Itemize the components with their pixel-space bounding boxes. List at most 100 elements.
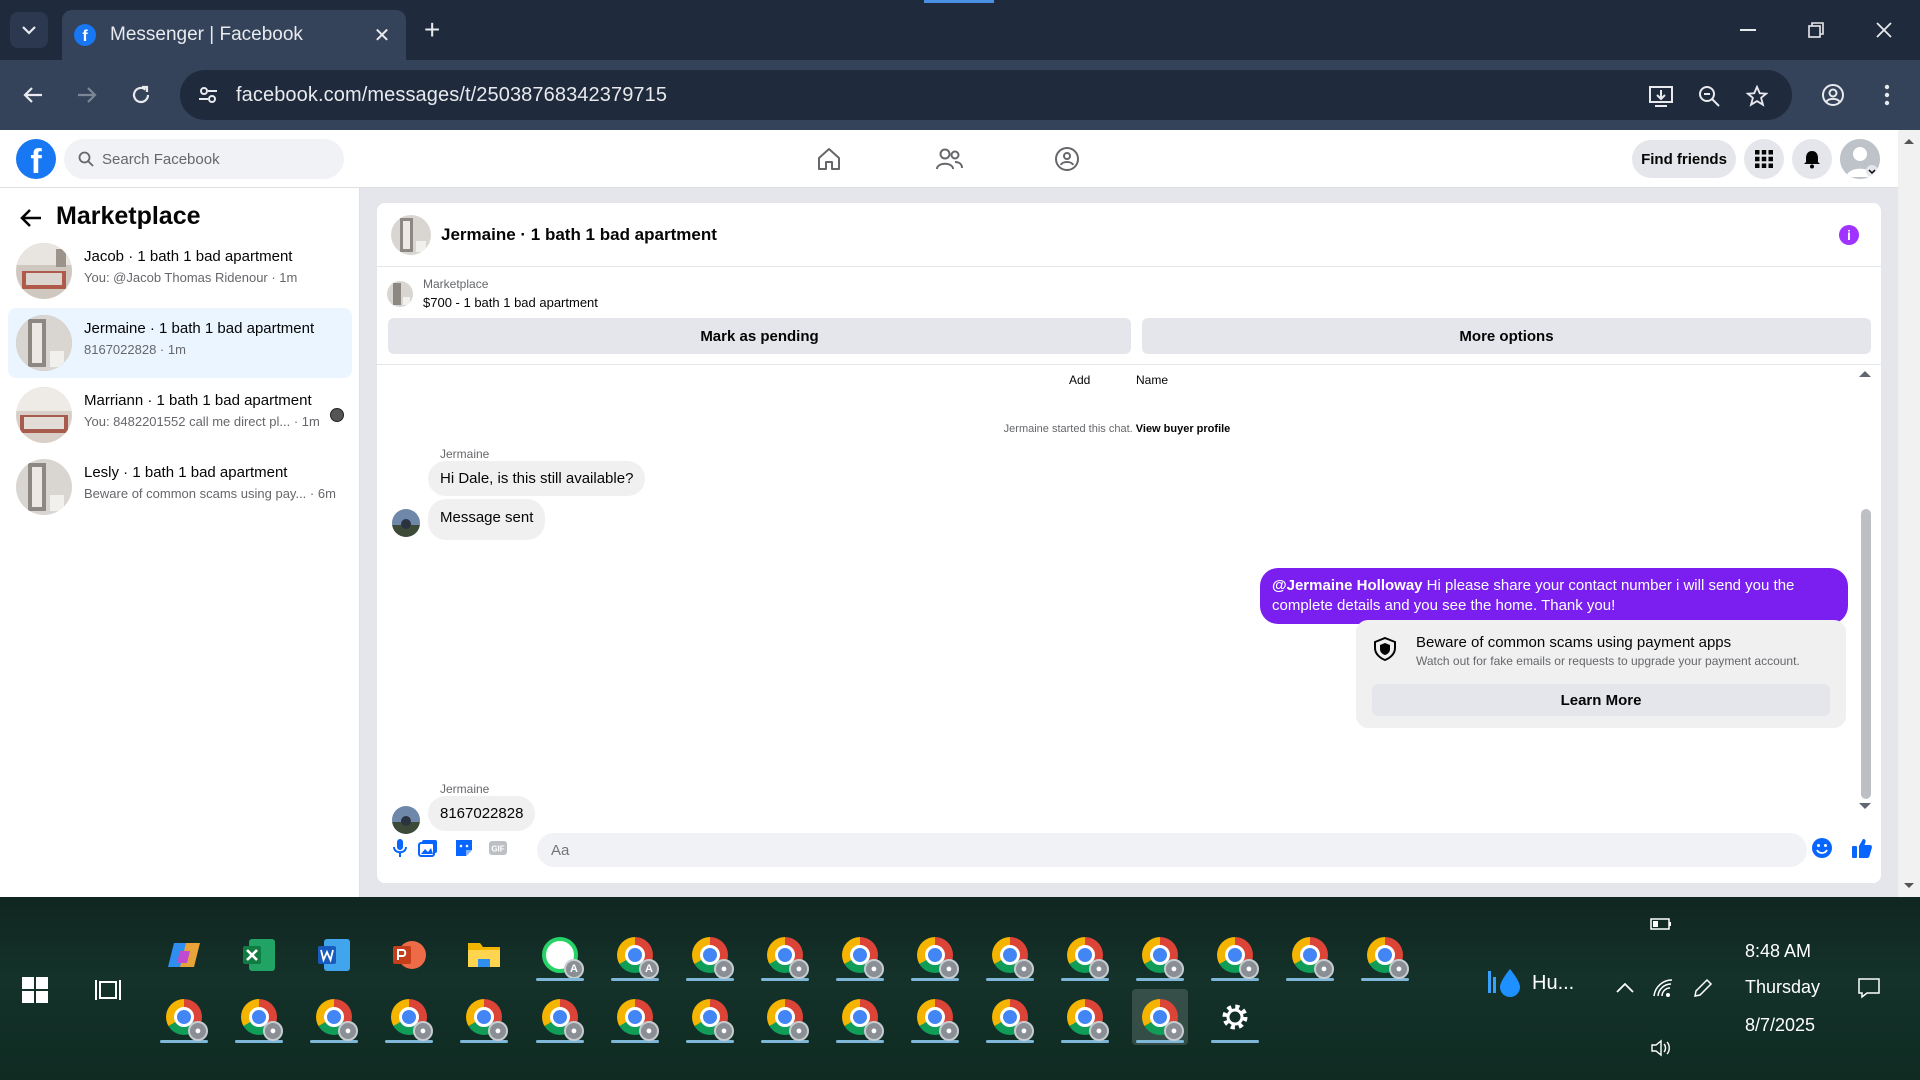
scroll-up-arrow-icon[interactable] <box>1898 134 1920 148</box>
find-friends-button[interactable]: Find friends <box>1632 140 1736 178</box>
chrome-app-icon[interactable]: ● <box>832 927 888 983</box>
back-button[interactable] <box>16 78 50 112</box>
new-tab-button[interactable]: + <box>424 14 440 46</box>
photo-icon[interactable] <box>415 835 441 861</box>
task-view-icon[interactable] <box>94 977 122 1003</box>
chrome-app-icon[interactable]: ● <box>682 927 738 983</box>
file-explorer-app-icon[interactable] <box>456 927 512 983</box>
incoming-message[interactable]: Hi Dale, is this still available? <box>428 461 646 496</box>
conversation-item[interactable]: Lesly · 1 bath 1 bad apartment Beware of… <box>8 452 352 522</box>
scroll-down-arrow-icon[interactable] <box>1857 801 1873 811</box>
chat-scrollbar[interactable] <box>1857 365 1873 815</box>
browser-menu-button[interactable] <box>1870 78 1904 112</box>
chrome-app-icon[interactable]: ● <box>832 989 888 1045</box>
whatsapp-chrome-app-icon[interactable]: A <box>532 927 588 983</box>
mention-link[interactable]: @Jermaine Holloway <box>1272 577 1423 594</box>
pen-icon[interactable] <box>1690 975 1716 1001</box>
volume-icon[interactable] <box>1648 1035 1674 1061</box>
minimize-button[interactable] <box>1728 12 1768 48</box>
more-options-button[interactable]: More options <box>1142 318 1871 354</box>
chat-avatar[interactable] <box>391 215 431 255</box>
chevron-up-icon[interactable] <box>1612 975 1638 1001</box>
battery-icon[interactable] <box>1648 911 1674 937</box>
copilot-app-icon[interactable] <box>156 927 212 983</box>
back-arrow-button[interactable] <box>20 204 42 235</box>
sticker-icon[interactable] <box>451 835 477 861</box>
account-avatar[interactable] <box>1840 139 1880 179</box>
powerpoint-app-icon[interactable] <box>381 927 437 983</box>
restore-button[interactable] <box>1796 12 1836 48</box>
emoji-icon[interactable] <box>1809 835 1835 861</box>
chrome-app-icon[interactable]: ● <box>456 989 512 1045</box>
chrome-app-icon[interactable]: ● <box>381 989 437 1045</box>
chrome-app-icon-active[interactable]: ● <box>1132 989 1188 1045</box>
chrome-app-icon[interactable]: ● <box>907 927 963 983</box>
chat-scroll-thumb[interactable] <box>1861 509 1871 799</box>
mark-as-pending-button[interactable]: Mark as pending <box>388 318 1131 354</box>
sender-avatar[interactable] <box>392 509 420 537</box>
clock-day[interactable]: Thursday <box>1745 977 1820 998</box>
close-window-button[interactable] <box>1864 12 1904 48</box>
url-text[interactable]: facebook.com/messages/t/2503876834237971… <box>236 84 667 107</box>
notifications-button[interactable] <box>1792 139 1832 179</box>
clock-time[interactable]: 8:48 AM <box>1745 941 1811 962</box>
facebook-logo[interactable]: f <box>16 139 56 179</box>
clock-date[interactable]: 8/7/2025 <box>1745 1015 1815 1036</box>
conversation-item[interactable]: Jermaine · 1 bath 1 bad apartment 816702… <box>8 308 352 378</box>
weather-widget[interactable]: Hu... <box>1486 967 1574 999</box>
chrome-app-icon[interactable]: ● <box>1282 927 1338 983</box>
settings-app-icon[interactable] <box>1207 989 1263 1045</box>
chrome-app-icon[interactable]: ● <box>1057 989 1113 1045</box>
chrome-app-icon[interactable]: ● <box>1207 927 1263 983</box>
tab-search-button[interactable] <box>10 12 48 48</box>
chrome-app-icon[interactable]: ● <box>982 989 1038 1045</box>
install-app-icon[interactable] <box>1648 83 1674 109</box>
chrome-app-icon[interactable]: ● <box>306 989 362 1045</box>
wifi-icon[interactable] <box>1650 975 1676 1001</box>
site-info-icon[interactable] <box>180 86 236 104</box>
learn-more-button[interactable]: Learn More <box>1372 684 1830 716</box>
windows-start-icon[interactable] <box>22 977 48 1003</box>
gif-icon[interactable]: GIF <box>485 835 511 861</box>
excel-app-icon[interactable] <box>231 927 287 983</box>
conversation-item[interactable]: Marriann · 1 bath 1 bad apartment You: 8… <box>8 380 352 450</box>
home-nav-button[interactable] <box>812 142 846 176</box>
chrome-app-icon[interactable]: ● <box>231 989 287 1045</box>
conversation-item[interactable]: Jacob · 1 bath 1 bad apartment You: @Jac… <box>8 236 352 306</box>
scroll-down-arrow-icon[interactable] <box>1898 879 1920 893</box>
tab-close-icon[interactable]: ✕ <box>370 23 394 48</box>
menu-button[interactable] <box>1744 139 1784 179</box>
chrome-app-icon[interactable]: ● <box>1132 927 1188 983</box>
message-input[interactable] <box>537 833 1807 867</box>
chrome-app-icon[interactable]: ● <box>982 927 1038 983</box>
profile-account-button[interactable] <box>1816 78 1850 112</box>
chrome-app-icon[interactable]: ● <box>156 989 212 1045</box>
address-bar[interactable]: facebook.com/messages/t/2503876834237971… <box>180 70 1792 120</box>
chrome-app-icon[interactable]: ● <box>1057 927 1113 983</box>
groups-nav-button[interactable] <box>1050 142 1084 176</box>
chrome-app-icon[interactable]: ● <box>757 927 813 983</box>
chrome-app-icon[interactable]: ● <box>682 989 738 1045</box>
listing-description[interactable]: $700 - 1 bath 1 bad apartment <box>423 295 598 310</box>
chrome-app-icon[interactable]: ● <box>532 989 588 1045</box>
chrome-app-icon[interactable]: ● <box>757 989 813 1045</box>
browser-tab-messenger[interactable]: f Messenger | Facebook ✕ <box>62 10 406 60</box>
word-app-icon[interactable] <box>306 927 362 983</box>
scroll-up-arrow-icon[interactable] <box>1857 369 1873 379</box>
forward-button[interactable] <box>70 78 104 112</box>
zoom-icon[interactable] <box>1696 83 1722 109</box>
notification-center-icon[interactable] <box>1856 975 1882 1001</box>
chrome-app-icon[interactable]: ● <box>907 989 963 1045</box>
chrome-app-icon[interactable]: ● <box>607 989 663 1045</box>
friends-nav-button[interactable] <box>932 142 966 176</box>
chrome-app-icon[interactable]: ● <box>1357 927 1413 983</box>
page-scrollbar[interactable] <box>1898 130 1920 897</box>
reload-button[interactable] <box>124 78 158 112</box>
info-icon[interactable]: i <box>1839 225 1859 245</box>
thumbs-up-icon[interactable] <box>1849 835 1875 861</box>
view-buyer-profile-link[interactable]: View buyer profile <box>1136 423 1231 435</box>
microphone-icon[interactable] <box>387 835 413 861</box>
chrome-app-icon[interactable]: A <box>607 927 663 983</box>
search-facebook-field[interactable]: Search Facebook <box>64 139 344 179</box>
bookmark-star-icon[interactable] <box>1744 83 1770 109</box>
